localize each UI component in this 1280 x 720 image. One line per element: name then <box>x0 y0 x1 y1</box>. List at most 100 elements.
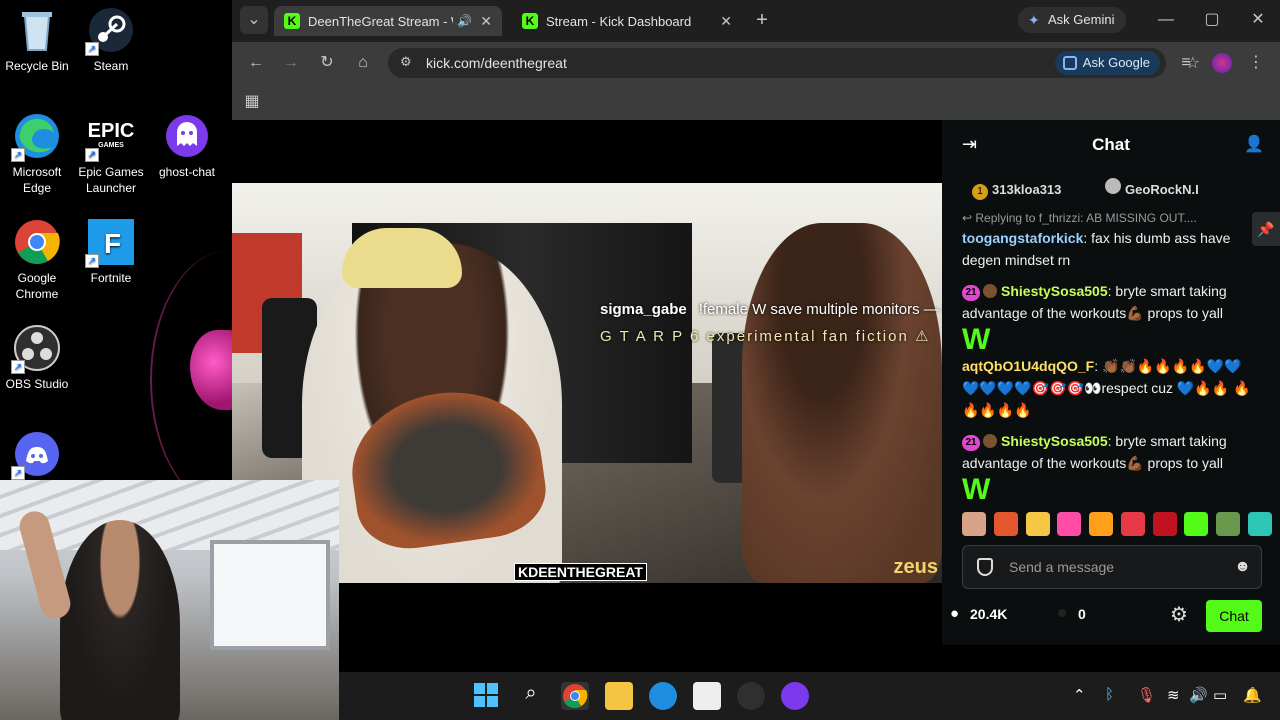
start-button[interactable] <box>473 682 501 710</box>
pinned-gifters: 1 313kloa313 GeoRockN.I <box>972 178 1199 200</box>
desktop-icon-edge[interactable]: ↗ Microsoft Edge <box>0 112 74 196</box>
speaker-icon[interactable]: 🔊 <box>457 14 472 28</box>
emote-6[interactable] <box>1120 512 1145 536</box>
shortcut-arrow-icon: ↗ <box>85 148 99 162</box>
dot-icon <box>1058 609 1066 617</box>
webcam-window <box>210 540 330 650</box>
plus-icon: + <box>756 9 768 31</box>
taskbar-edge[interactable] <box>649 682 677 710</box>
shortcut-arrow-icon: ↗ <box>11 360 25 374</box>
tab-title: Stream - Kick Dashboard <box>546 13 692 29</box>
kick-icon: K <box>522 13 538 29</box>
emote-5[interactable] <box>1089 512 1114 536</box>
desktop-icon-label: Google Chrome <box>15 271 59 301</box>
emote-2[interactable] <box>993 512 1018 536</box>
close-window-button[interactable]: ✕ <box>1244 6 1272 34</box>
emote-10[interactable] <box>1247 512 1272 536</box>
apps-grid-icon: ▦ <box>244 93 260 110</box>
shortcut-arrow-icon: ↗ <box>85 254 99 268</box>
tab-search-button[interactable]: ⌄ <box>240 6 268 34</box>
obs-icon: ↗ <box>11 324 61 374</box>
chat-username[interactable]: toogangstaforkick <box>962 230 1083 246</box>
desktop-icon-discord[interactable]: ↗ <box>0 430 74 482</box>
shield-icon <box>977 558 993 576</box>
profile-button[interactable] <box>1208 49 1236 77</box>
user-settings-icon[interactable]: 👤 <box>1244 134 1264 154</box>
chat-username[interactable]: ShiestySosa505 <box>1001 433 1108 449</box>
minimize-button[interactable]: — <box>1152 6 1180 34</box>
taskbar-ghost-chat[interactable] <box>781 682 809 710</box>
media-control-button[interactable]: ≡ <box>1172 49 1200 77</box>
emote-3[interactable] <box>1025 512 1050 536</box>
discord-icon: ↗ <box>11 430 61 480</box>
chat-panel: ⇥ Chat 👤 1 313kloa313 GeoRockN.I ↩ Replyi… <box>942 120 1280 645</box>
url-text[interactable]: kick.com/deenthegreat <box>426 55 567 71</box>
emote-1[interactable] <box>962 512 986 536</box>
navigation-toolbar: ← → ↻ ⌂ ⚙ kick.com/deenthegreat ☆ Ask Go… <box>232 42 1280 84</box>
playlist-icon: ≡ <box>1181 54 1191 71</box>
reload-button[interactable]: ↻ <box>313 49 341 77</box>
forward-button[interactable]: → <box>277 49 305 77</box>
tab-deenthegreat[interactable]: K DeenTheGreat Stream - Wa 🔊 ✕ <box>274 6 502 36</box>
desktop-icon-chrome[interactable]: Google Chrome <box>0 218 74 302</box>
new-tab-button[interactable]: + <box>748 6 776 34</box>
edge-icon: ↗ <box>11 112 61 162</box>
close-tab-icon[interactable]: ✕ <box>480 13 492 30</box>
pinned-user[interactable]: 313kloa313 <box>992 182 1061 197</box>
desktop-icon-epic-games[interactable]: EPIC GAMES ↗ Epic Games Launcher <box>74 112 148 196</box>
emote-9[interactable] <box>1216 512 1241 536</box>
tab-title: DeenTheGreat Stream - Wa <box>308 13 453 29</box>
desktop-icon-label: OBS Studio <box>5 377 69 391</box>
desktop-icon-steam[interactable]: ↗ Steam <box>74 6 148 74</box>
bluetooth-icon[interactable]: ᛒ <box>1105 686 1114 703</box>
taskbar-file-explorer[interactable] <box>605 682 633 710</box>
send-chat-button[interactable]: Chat <box>1206 600 1262 632</box>
tray-overflow-icon[interactable]: ⌃ <box>1073 686 1086 704</box>
desktop-icon-ghost-chat[interactable]: ghost-chat <box>150 112 224 180</box>
reload-icon: ↻ <box>320 54 334 71</box>
windows-icon <box>474 683 498 707</box>
taskbar-search-button[interactable]: ⌕ <box>517 682 545 710</box>
home-icon: ⌂ <box>358 54 368 71</box>
desktop-icon-obs[interactable]: ↗ OBS Studio <box>0 324 74 392</box>
pinned-user[interactable]: GeoRockN.I <box>1125 182 1199 197</box>
wifi-icon[interactable]: ≋ <box>1167 686 1180 704</box>
home-button[interactable]: ⌂ <box>349 49 377 77</box>
secondary-count: 0 <box>1078 606 1086 622</box>
site-info-icon[interactable]: ⚙ <box>400 54 412 70</box>
emote-4[interactable] <box>1057 512 1082 536</box>
menu-button[interactable]: ⋮ <box>1242 49 1270 77</box>
emote-7[interactable] <box>1152 512 1177 536</box>
address-bar[interactable]: ⚙ kick.com/deenthegreat ☆ Ask Google <box>388 48 1200 78</box>
chat-username[interactable]: ShiestySosa505 <box>1001 283 1108 299</box>
taskbar-store[interactable] <box>693 682 721 710</box>
volume-icon[interactable]: 🔊 <box>1189 686 1208 704</box>
shortcut-arrow-icon: ↗ <box>11 148 25 162</box>
desktop-icon-recycle-bin[interactable]: Recycle Bin <box>0 6 74 74</box>
gear-icon[interactable]: ⚙ <box>1170 602 1188 627</box>
chat-username[interactable]: aqtQbO1U4dqQO_F <box>962 358 1094 374</box>
back-arrow-icon: ← <box>248 54 264 71</box>
tab-kick-dashboard[interactable]: K Stream - Kick Dashboard ✕ <box>512 6 742 36</box>
ghost-chat-icon <box>163 112 211 160</box>
microphone-icon[interactable]: 🎙 <box>1137 686 1156 704</box>
chat-input-placeholder: Send a message <box>1009 559 1115 575</box>
ask-google-button[interactable]: Ask Google <box>1054 51 1160 75</box>
sponsor-logo: zeus <box>893 556 938 578</box>
desktop-icon-fortnite[interactable]: F ↗ Fortnite <box>74 218 148 286</box>
forward-arrow-icon: → <box>283 54 299 71</box>
taskbar-obs[interactable] <box>737 682 765 710</box>
chrome-icon <box>13 218 61 266</box>
taskbar-chrome[interactable] <box>561 682 589 710</box>
emoji-picker-icon[interactable]: ☻ <box>1234 558 1251 576</box>
chat-input[interactable]: Send a message ☻ <box>962 545 1262 589</box>
apps-button[interactable]: ▦ <box>238 88 266 116</box>
stream-overlay-subtitle: G T A R P 6 experimental fan fiction ⚠ <box>600 328 931 345</box>
close-tab-icon[interactable]: ✕ <box>720 13 732 30</box>
ask-gemini-button[interactable]: ✦ Ask Gemini <box>1018 7 1127 33</box>
maximize-button[interactable]: ▢ <box>1198 6 1226 34</box>
battery-icon[interactable]: ▭ <box>1213 686 1227 704</box>
notification-bell-icon[interactable]: 🔔 <box>1243 686 1262 704</box>
emote-8[interactable] <box>1184 512 1209 536</box>
back-button[interactable]: ← <box>242 49 270 77</box>
